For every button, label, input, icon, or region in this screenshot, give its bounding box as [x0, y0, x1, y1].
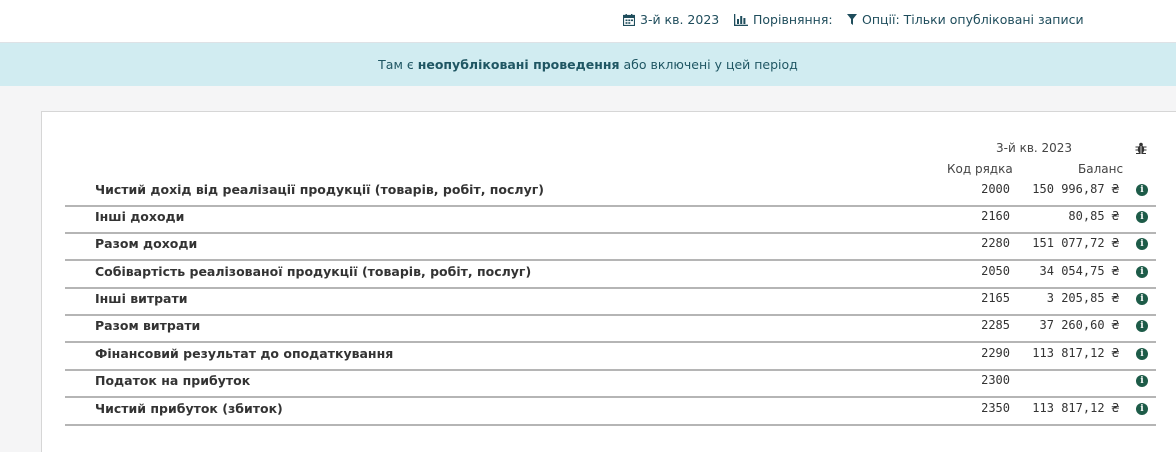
- options-filter-button[interactable]: Опції: Тільки опубліковані записи: [847, 12, 1084, 27]
- report-row: Разом доходи 2280 151 077,72 ₴ i: [65, 232, 1156, 261]
- row-code: 2000: [981, 182, 1010, 196]
- info-icon[interactable]: i: [1136, 266, 1148, 278]
- report-period-header: 3-й кв. 2023: [996, 141, 1073, 155]
- comparison-label: Порівняння:: [753, 12, 833, 27]
- report-row: Інші доходи 2160 80,85 ₴ i: [65, 205, 1156, 234]
- comparison-button[interactable]: Порівняння:: [734, 12, 833, 27]
- info-icon[interactable]: i: [1136, 348, 1148, 360]
- row-code: 2160: [981, 209, 1010, 223]
- row-value[interactable]: 151 077,72 ₴: [1032, 236, 1119, 250]
- report-row: Собівартість реалізованої продукції (тов…: [65, 260, 1156, 289]
- row-code: 2280: [981, 236, 1010, 250]
- row-value[interactable]: 113 817,12 ₴: [1032, 346, 1119, 360]
- row-code: 2165: [981, 291, 1010, 305]
- options-filter-label: Опції: Тільки опубліковані записи: [862, 12, 1084, 27]
- row-code: 2350: [981, 401, 1010, 415]
- row-label: Чистий дохід від реалізації продукції (т…: [95, 182, 544, 197]
- row-label: Собівартість реалізованої продукції (тов…: [95, 264, 532, 279]
- column-header-code: Код рядка: [947, 162, 1013, 176]
- row-label: Інші доходи: [95, 209, 185, 224]
- report-row: Разом витрати 2285 37 260,60 ₴ i: [65, 314, 1156, 343]
- calendar-icon: [623, 13, 635, 26]
- row-value[interactable]: 3 205,85 ₴: [1047, 291, 1119, 305]
- control-panel: 3-й кв. 2023 Порівняння: Опції: Тільки о…: [0, 0, 1176, 43]
- period-filter-button[interactable]: 3-й кв. 2023: [623, 12, 719, 27]
- report-row: Фінансовий результат до оподаткування 22…: [65, 342, 1156, 371]
- row-value[interactable]: 37 260,60 ₴: [1040, 318, 1119, 332]
- report-row: Чистий дохід від реалізації продукції (т…: [65, 178, 1156, 207]
- bar-chart-icon: [734, 13, 748, 26]
- row-value[interactable]: 113 817,12 ₴: [1032, 401, 1119, 415]
- row-label: Інші витрати: [95, 291, 188, 306]
- row-code: 2290: [981, 346, 1010, 360]
- row-value[interactable]: 150 996,87 ₴: [1032, 182, 1119, 196]
- info-icon[interactable]: i: [1136, 238, 1148, 250]
- unposted-entries-alert: Там є неопубліковані проведення або вклю…: [0, 43, 1176, 86]
- row-label: Разом витрати: [95, 318, 201, 333]
- report-row: Чистий прибуток (збиток) 2350 113 817,12…: [65, 397, 1156, 426]
- row-value[interactable]: 34 054,75 ₴: [1040, 264, 1119, 278]
- alert-suffix: або включені у цей період: [623, 57, 798, 72]
- column-header-balance: Баланс: [1078, 162, 1124, 176]
- row-code: 2050: [981, 264, 1010, 278]
- report-row: Податок на прибуток 2300 i: [65, 369, 1156, 398]
- row-label: Фінансовий результат до оподаткування: [95, 346, 394, 361]
- row-label: Чистий прибуток (збиток): [95, 401, 283, 416]
- row-label: Разом доходи: [95, 236, 198, 251]
- row-code: 2285: [981, 318, 1010, 332]
- info-icon[interactable]: i: [1136, 375, 1148, 387]
- row-value[interactable]: 80,85 ₴: [1068, 209, 1119, 223]
- period-filter-label: 3-й кв. 2023: [640, 12, 720, 27]
- filter-icon: [847, 14, 857, 25]
- row-label: Податок на прибуток: [95, 373, 251, 388]
- info-icon[interactable]: i: [1136, 184, 1148, 196]
- info-icon[interactable]: i: [1136, 211, 1148, 223]
- alert-highlight: неопубліковані проведення: [417, 57, 620, 72]
- alert-prefix: Там є: [378, 57, 414, 72]
- info-icon[interactable]: i: [1136, 403, 1148, 415]
- report-row: Інші витрати 2165 3 205,85 ₴ i: [65, 287, 1156, 316]
- row-code: 2300: [981, 373, 1010, 387]
- bug-icon[interactable]: [1135, 140, 1147, 159]
- info-icon[interactable]: i: [1136, 320, 1148, 332]
- info-icon[interactable]: i: [1136, 293, 1148, 305]
